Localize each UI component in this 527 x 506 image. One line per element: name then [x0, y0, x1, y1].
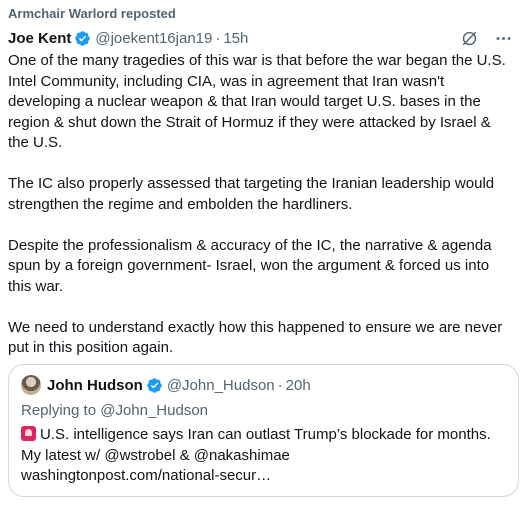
quoted-line-2: My latest w/ @wstrobel & @nakashimae [21, 446, 290, 464]
quoted-author-handle: @John_Hudson [166, 376, 275, 394]
author-handle[interactable]: @joekent16jan19 [95, 30, 212, 47]
more-options-icon[interactable] [493, 28, 513, 48]
quoted-tweet-header: John Hudson @John_Hudson · 20h [21, 375, 506, 395]
replying-to: Replying to @John_Hudson [21, 402, 209, 419]
repost-indicator[interactable]: Armchair Warlord reposted [8, 6, 519, 22]
avatar[interactable] [21, 375, 41, 395]
separator-dot: · [277, 376, 283, 394]
tweet[interactable]: Armchair Warlord reposted Joe Kent @joek… [0, 0, 527, 506]
verified-badge-icon [147, 377, 162, 393]
separator-dot: · [215, 29, 221, 47]
quoted-post-time: 20h [285, 376, 311, 394]
quoted-line-1-text: U.S. intelligence says Iran can outlast … [40, 426, 491, 443]
tweet-header: Joe Kent @joekent16jan19 · 15h [8, 26, 519, 50]
post-time[interactable]: 15h [223, 30, 248, 47]
quoted-line-1: U.S. intelligence says Iran can outlast … [21, 425, 506, 446]
tweet-paragraph-1: One of the many tragedies of this war is… [8, 52, 506, 151]
quoted-tweet-text: U.S. intelligence says Iran can outlast … [21, 425, 506, 487]
quoted-author-name: John Hudson [47, 376, 143, 394]
author-name[interactable]: Joe Kent [8, 30, 71, 47]
quoted-tweet[interactable]: John Hudson @John_Hudson · 20h Replying … [8, 364, 519, 497]
tweet-body: One of the many tragedies of this war is… [8, 51, 519, 359]
tweet-paragraph-3: Despite the professionalism & accuracy o… [8, 236, 492, 295]
grok-icon[interactable] [459, 28, 479, 48]
verified-badge-icon [75, 30, 91, 46]
tweet-paragraph-2: The IC also properly assessed that targe… [8, 175, 495, 213]
header-actions [459, 28, 519, 48]
quoted-link: washingtonpost.com/national-secur… [21, 467, 272, 484]
repost-label: Armchair Warlord reposted [8, 6, 176, 21]
rotating-light-icon [21, 426, 36, 441]
tweet-paragraph-4: We need to understand exactly how this h… [8, 318, 503, 357]
